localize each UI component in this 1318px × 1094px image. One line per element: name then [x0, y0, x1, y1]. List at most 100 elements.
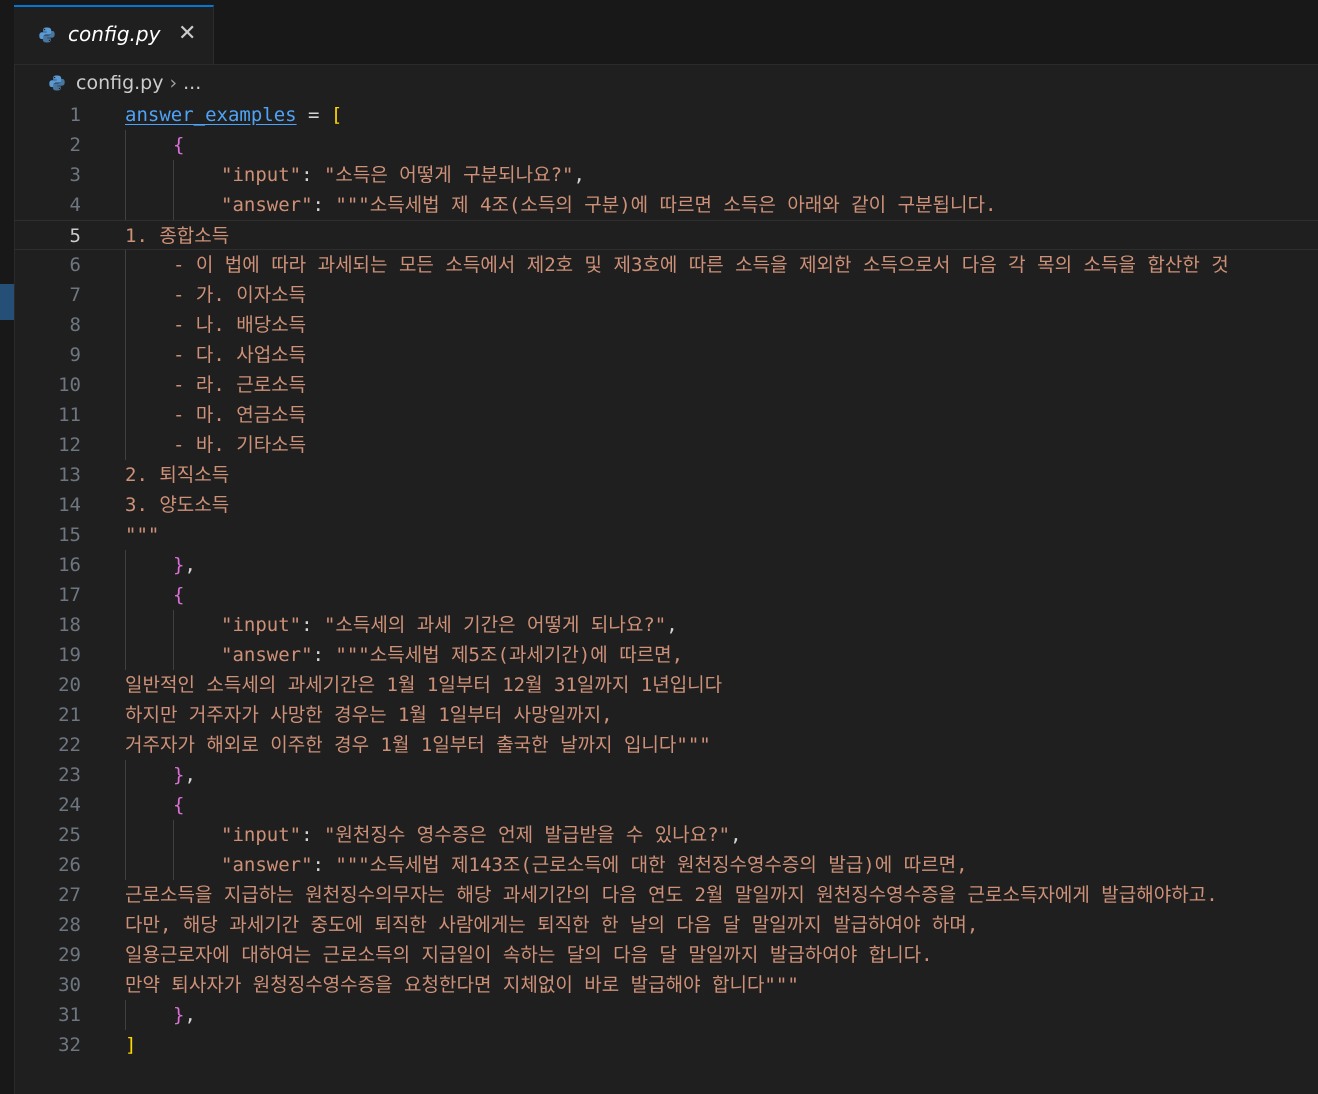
code-line[interactable]: 28 다만, 해당 과세기간 중도에 퇴직한 사람에게는 퇴직한 한 날의 다음 … [14, 910, 1318, 940]
line-number: 3 [69, 164, 81, 186]
code-text: "input": "원천징수 영수증은 언제 발급받을 수 있나요?", [221, 820, 742, 850]
indent-guide [125, 310, 126, 340]
line-number: 7 [69, 284, 81, 306]
line-number: 26 [58, 854, 81, 876]
line-number: 27 [58, 884, 81, 906]
code-token: , [573, 164, 585, 186]
code-token: , [666, 614, 678, 636]
code-line[interactable]: 24 { [14, 790, 1318, 820]
code-editor[interactable]: 1 answer_examples = [2{3 "input": "소득은 어떻게… [14, 100, 1318, 1094]
code-line[interactable]: 27 근로소득을 지급하는 원천징수의무자는 해당 과세기간의 다음 연도 2월 … [14, 880, 1318, 910]
line-number: 17 [58, 584, 81, 606]
code-line[interactable]: 6 - 이 법에 따라 과세되는 모든 소득에서 제2호 및 제3호에 따른 소득… [14, 250, 1318, 280]
line-number: 2 [69, 134, 81, 156]
code-line[interactable]: 11 - 마. 연금소득 [14, 400, 1318, 430]
code-text: - 이 법에 따라 과세되는 모든 소득에서 제2호 및 제3호에 따른 소득을… [173, 250, 1229, 280]
code-text: { [173, 130, 184, 160]
indent-guide [125, 760, 126, 790]
line-number: 11 [58, 404, 81, 426]
code-token: 하지만 거주자가 사망한 경우는 1월 1일부터 사망일까지, [125, 704, 613, 726]
code-text: - 바. 기타소득 [173, 430, 306, 460]
code-line[interactable]: 8 - 나. 배당소득 [14, 310, 1318, 340]
code-line[interactable]: 29 일용근로자에 대하여는 근로소득의 지급일이 속하는 달의 다음 달 말일까… [14, 940, 1318, 970]
indent-guide [125, 370, 126, 400]
indent-guide [173, 190, 174, 220]
close-icon[interactable]: ✕ [178, 21, 196, 46]
code-line[interactable]: 9 - 다. 사업소득 [14, 340, 1318, 370]
line-number: 15 [58, 524, 81, 546]
code-line[interactable]: 10 - 라. 근로소득 [14, 370, 1318, 400]
code-token: : [301, 824, 324, 846]
line-number: 9 [69, 344, 81, 366]
code-token: """소득세법 제143조(근로소득에 대한 원천징수영수증의 발급)에 따르면… [335, 854, 968, 876]
code-token: ] [125, 1034, 137, 1056]
code-token: { [173, 794, 185, 816]
code-token: - 나. 배당소득 [173, 314, 307, 336]
code-line[interactable]: 2{ [14, 130, 1318, 160]
code-text: }, [173, 760, 196, 790]
code-text: "answer": """소득세법 제5조(과세기간)에 따르면, [221, 640, 683, 670]
code-line[interactable]: 4 "answer": """소득세법 제 4조(소득의 구분)에 따르면 소득은… [14, 190, 1318, 220]
code-line[interactable]: 13 2. 퇴직소득 [14, 460, 1318, 490]
code-line[interactable]: 3 "input": "소득은 어떻게 구분되나요?", [14, 160, 1318, 190]
line-number: 8 [69, 314, 81, 336]
code-line[interactable]: 18 "input": "소득세의 과세 기간은 어떻게 되나요?", [14, 610, 1318, 640]
breadcrumb-file[interactable]: config.py [76, 72, 164, 94]
code-token: "input" [221, 164, 302, 186]
line-number: 4 [69, 194, 81, 216]
indent-guide [125, 640, 126, 670]
code-line[interactable]: 26 "answer": """소득세법 제143조(근로소득에 대한 원천징수영… [14, 850, 1318, 880]
code-line[interactable]: 31}, [14, 1000, 1318, 1030]
code-token: """ [125, 524, 160, 546]
line-number: 16 [58, 554, 81, 576]
code-line[interactable]: 5 1. 종합소득 [14, 220, 1318, 250]
code-text: - 라. 근로소득 [173, 370, 306, 400]
code-line[interactable]: 19 "answer": """소득세법 제5조(과세기간)에 따르면, [14, 640, 1318, 670]
code-line[interactable]: 25 "input": "원천징수 영수증은 언제 발급받을 수 있나요?", [14, 820, 1318, 850]
indent-guide [125, 250, 126, 280]
code-line[interactable]: 32] [14, 1030, 1318, 1060]
scroll-position-marker [0, 284, 14, 320]
code-text: { [173, 790, 184, 820]
code-line[interactable]: 15 """ [14, 520, 1318, 550]
code-token: { [173, 134, 185, 156]
code-line[interactable]: 17 { [14, 580, 1318, 610]
line-number: 24 [58, 794, 81, 816]
code-line[interactable]: 20 일반적인 소득세의 과세기간은 1월 1일부터 12월 31일까지 1년입니… [14, 670, 1318, 700]
code-text: - 마. 연금소득 [173, 400, 306, 430]
code-text: answer_examples = [ [125, 100, 342, 130]
breadcrumb-more[interactable]: ... [183, 72, 201, 94]
code-token: : [312, 644, 336, 666]
code-token: 거주자가 해외로 이주한 경우 1월 1일부터 출국한 날까지 입니다""" [125, 734, 711, 756]
code-line[interactable]: 22 거주자가 해외로 이주한 경우 1월 1일부터 출국한 날까지 입니다""" [14, 730, 1318, 760]
code-line[interactable]: 30 만약 퇴사자가 원청징수영수증을 요청한다면 지체없이 바로 발급해야 합니… [14, 970, 1318, 1000]
indent-guide [173, 820, 174, 850]
code-text: 만약 퇴사자가 원청징수영수증을 요청한다면 지체없이 바로 발급해야 합니다"… [125, 970, 799, 1000]
code-text: }, [173, 550, 196, 580]
line-number: 31 [58, 1004, 81, 1026]
code-line[interactable]: 1 answer_examples = [ [14, 100, 1318, 130]
code-token: "원천징수 영수증은 언제 발급받을 수 있나요?" [323, 824, 731, 846]
tab-config-py[interactable]: config.py ✕ [14, 5, 214, 64]
line-number: 28 [58, 914, 81, 936]
code-line[interactable]: 14 3. 양도소득 [14, 490, 1318, 520]
code-token: "소득세의 과세 기간은 어떻게 되나요?" [323, 614, 667, 636]
line-number: 12 [58, 434, 81, 456]
code-text: }, [173, 1000, 196, 1030]
code-token: - 이 법에 따라 과세되는 모든 소득에서 제2호 및 제3호에 따른 소득을… [173, 254, 1229, 276]
code-token: 2. 퇴직소득 [125, 464, 230, 486]
code-token: "input" [221, 824, 302, 846]
indent-guide [125, 130, 126, 160]
code-text: 거주자가 해외로 이주한 경우 1월 1일부터 출국한 날까지 입니다""" [125, 730, 711, 760]
code-line[interactable]: 7 - 가. 이자소득 [14, 280, 1318, 310]
line-number: 14 [58, 494, 81, 516]
code-text: 3. 양도소득 [125, 490, 229, 520]
code-text: "input": "소득은 어떻게 구분되나요?", [221, 160, 585, 190]
code-line[interactable]: 12 - 바. 기타소득 [14, 430, 1318, 460]
code-line[interactable]: 23}, [14, 760, 1318, 790]
code-line[interactable]: 16}, [14, 550, 1318, 580]
indent-guide [125, 610, 126, 640]
code-line[interactable]: 21 하지만 거주자가 사망한 경우는 1월 1일부터 사망일까지, [14, 700, 1318, 730]
indent-guide [125, 160, 126, 190]
tab-label: config.py [68, 22, 161, 46]
